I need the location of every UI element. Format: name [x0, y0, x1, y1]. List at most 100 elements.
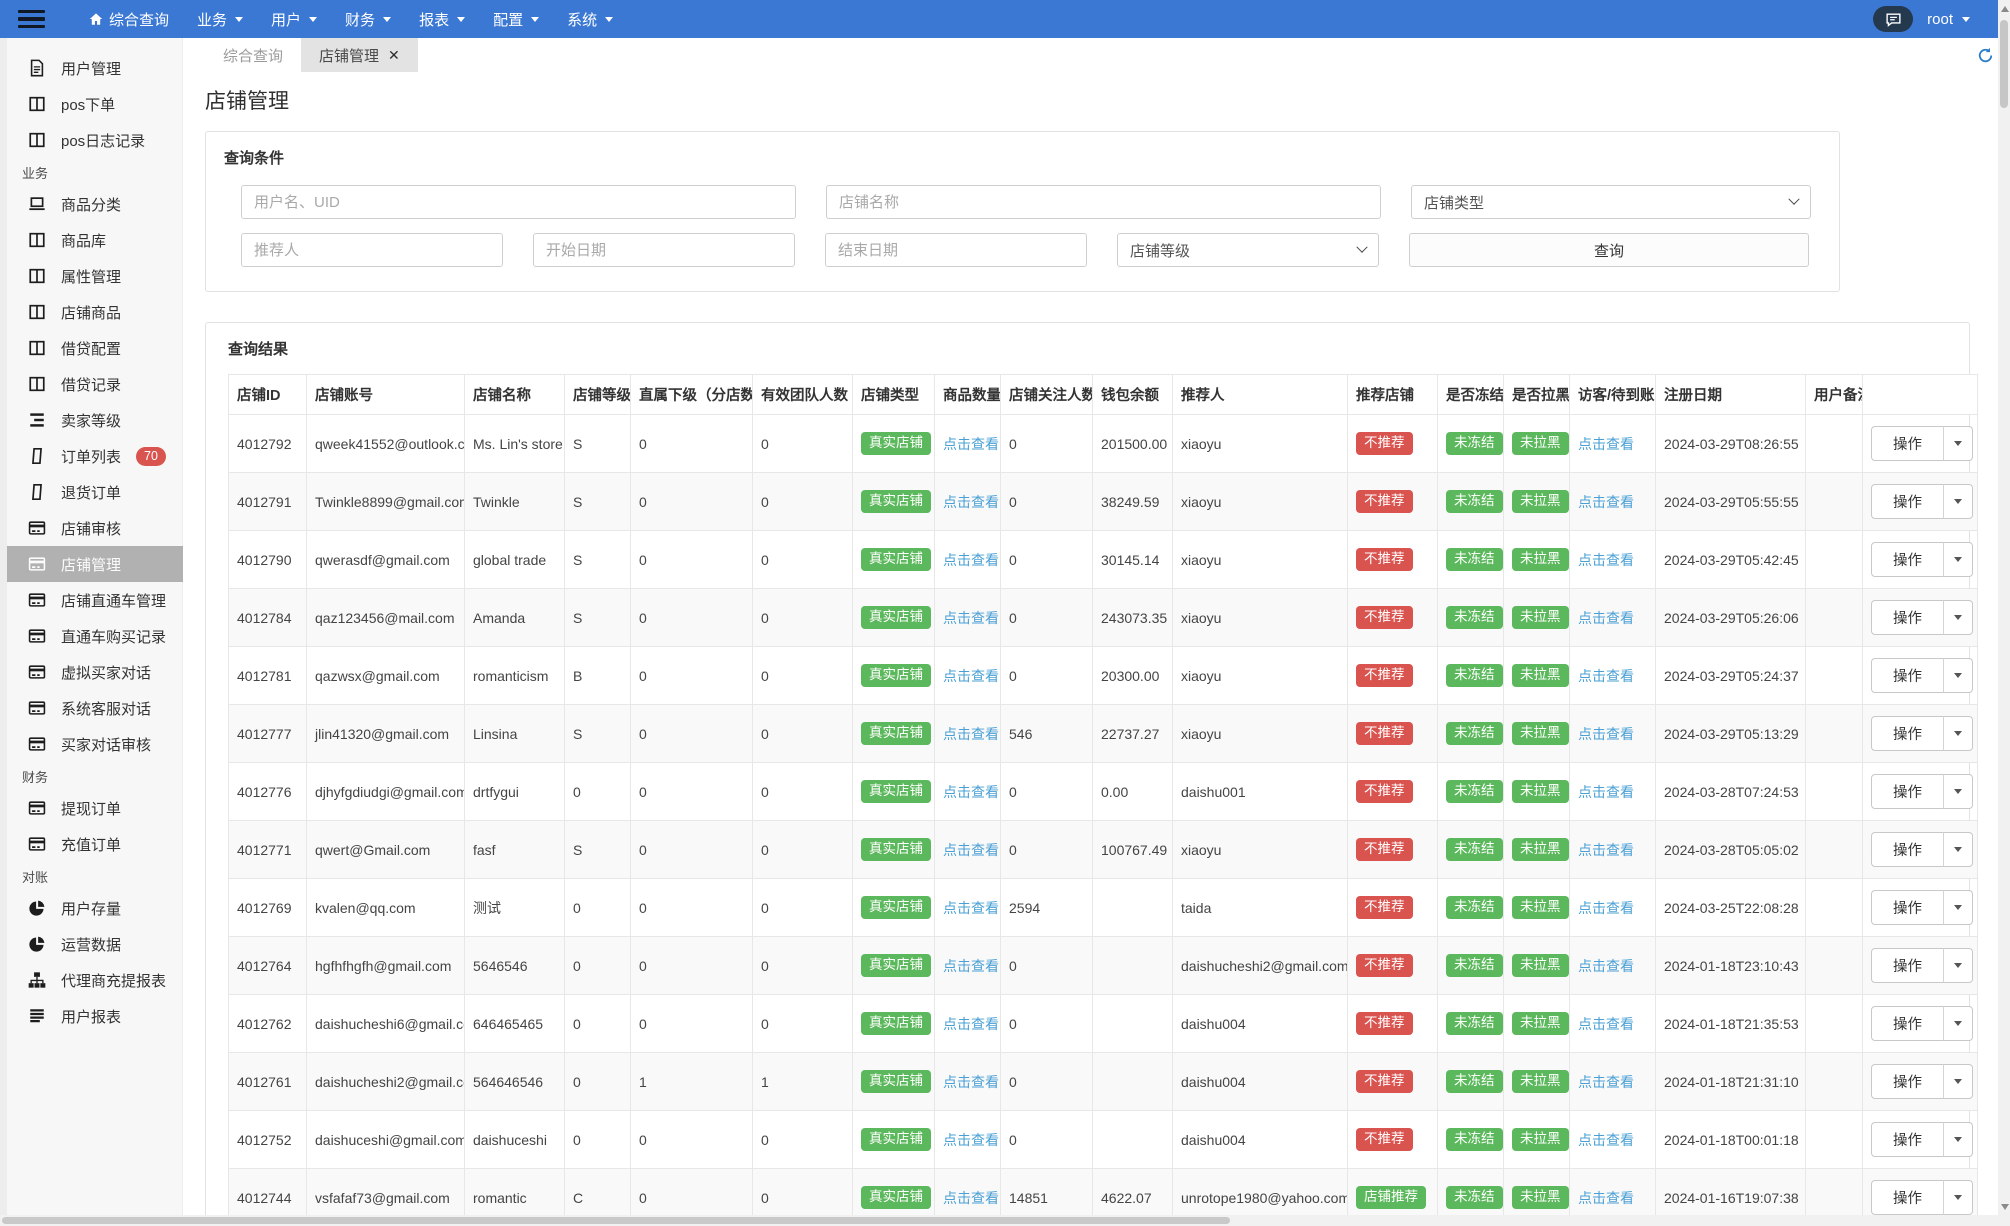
refresh-icon[interactable]: [1977, 47, 1994, 69]
goods-view-link[interactable]: 点击查看: [943, 842, 999, 858]
action-dropdown-toggle[interactable]: [1943, 658, 1973, 693]
sidebar-item[interactable]: 充值订单: [0, 826, 183, 862]
goods-view-link[interactable]: 点击查看: [943, 1016, 999, 1032]
action-button[interactable]: 操作: [1871, 832, 1944, 867]
sidebar-item[interactable]: 店铺管理: [0, 546, 183, 582]
goods-view-link[interactable]: 点击查看: [943, 958, 999, 974]
action-dropdown-toggle[interactable]: [1943, 1064, 1973, 1099]
action-dropdown-toggle[interactable]: [1943, 890, 1973, 925]
close-icon[interactable]: ✕: [388, 47, 400, 64]
action-dropdown-toggle[interactable]: [1943, 600, 1973, 635]
action-dropdown-toggle[interactable]: [1943, 716, 1973, 751]
sidebar-item[interactable]: 属性管理: [0, 258, 183, 294]
menu-item[interactable]: 用户: [257, 0, 331, 38]
visitors-view-link[interactable]: 点击查看: [1578, 1190, 1634, 1206]
action-button[interactable]: 操作: [1871, 426, 1944, 461]
goods-view-link[interactable]: 点击查看: [943, 726, 999, 742]
action-button[interactable]: 操作: [1871, 600, 1944, 635]
action-button[interactable]: 操作: [1871, 774, 1944, 809]
goods-view-link[interactable]: 点击查看: [943, 610, 999, 626]
horizontal-scrollbar[interactable]: [0, 1215, 1998, 1226]
start-date-input[interactable]: [533, 233, 795, 267]
goods-view-link[interactable]: 点击查看: [943, 668, 999, 684]
action-button[interactable]: 操作: [1871, 1122, 1944, 1157]
scroll-up-arrow-icon[interactable]: [2000, 6, 2009, 12]
action-button[interactable]: 操作: [1871, 948, 1944, 983]
vertical-scrollbar-thumb[interactable]: [2000, 20, 2008, 108]
visitors-view-link[interactable]: 点击查看: [1578, 1016, 1634, 1032]
shop-name-input[interactable]: [826, 185, 1381, 219]
menu-item[interactable]: 报表: [405, 0, 479, 38]
sidebar-item[interactable]: 用户管理: [0, 50, 183, 86]
hamburger-menu-icon[interactable]: [18, 9, 45, 29]
visitors-view-link[interactable]: 点击查看: [1578, 1132, 1634, 1148]
tab-summary-query[interactable]: 综合查询: [205, 38, 301, 72]
sidebar-item[interactable]: 虚拟买家对话: [0, 654, 183, 690]
sidebar-item[interactable]: 借贷配置: [0, 330, 183, 366]
action-button[interactable]: 操作: [1871, 484, 1944, 519]
action-button[interactable]: 操作: [1871, 1064, 1944, 1099]
visitors-view-link[interactable]: 点击查看: [1578, 494, 1634, 510]
vertical-scrollbar[interactable]: [1998, 0, 2010, 1226]
sidebar-item[interactable]: 退货订单: [0, 474, 183, 510]
goods-view-link[interactable]: 点击查看: [943, 1132, 999, 1148]
menu-item[interactable]: 财务: [331, 0, 405, 38]
sidebar-item[interactable]: 用户报表: [0, 998, 183, 1034]
visitors-view-link[interactable]: 点击查看: [1578, 610, 1634, 626]
sidebar-item[interactable]: 卖家等级: [0, 402, 183, 438]
visitors-view-link[interactable]: 点击查看: [1578, 726, 1634, 742]
action-dropdown-toggle[interactable]: [1943, 1122, 1973, 1157]
sidebar-item[interactable]: 用户存量: [0, 890, 183, 926]
action-dropdown-toggle[interactable]: [1943, 1180, 1973, 1215]
scroll-down-arrow-icon[interactable]: [2000, 1204, 2009, 1210]
visitors-view-link[interactable]: 点击查看: [1578, 784, 1634, 800]
action-button[interactable]: 操作: [1871, 1180, 1944, 1215]
menu-item[interactable]: 业务: [183, 0, 257, 38]
action-dropdown-toggle[interactable]: [1943, 948, 1973, 983]
menu-item[interactable]: 配置: [479, 0, 553, 38]
visitors-view-link[interactable]: 点击查看: [1578, 900, 1634, 916]
sidebar-item[interactable]: 运营数据: [0, 926, 183, 962]
horizontal-scrollbar-thumb[interactable]: [2, 1217, 1230, 1224]
shop-type-select[interactable]: 店铺类型: [1411, 185, 1811, 219]
sidebar-item[interactable]: 提现订单: [0, 790, 183, 826]
shop-level-select[interactable]: 店铺等级: [1117, 233, 1379, 267]
visitors-view-link[interactable]: 点击查看: [1578, 1074, 1634, 1090]
sidebar-item[interactable]: 商品库: [0, 222, 183, 258]
sidebar-item[interactable]: 买家对话审核: [0, 726, 183, 762]
sidebar-item[interactable]: 店铺直通车管理: [0, 582, 183, 618]
chat-button[interactable]: [1873, 6, 1914, 32]
user-menu[interactable]: root: [1927, 11, 1970, 28]
visitors-view-link[interactable]: 点击查看: [1578, 958, 1634, 974]
visitors-view-link[interactable]: 点击查看: [1578, 668, 1634, 684]
action-button[interactable]: 操作: [1871, 716, 1944, 751]
sidebar-item[interactable]: 订单列表 70: [0, 438, 183, 474]
action-dropdown-toggle[interactable]: [1943, 484, 1973, 519]
visitors-view-link[interactable]: 点击查看: [1578, 436, 1634, 452]
goods-view-link[interactable]: 点击查看: [943, 1190, 999, 1206]
username-uid-input[interactable]: [241, 185, 796, 219]
sidebar-item[interactable]: 代理商充提报表: [0, 962, 183, 998]
action-dropdown-toggle[interactable]: [1943, 542, 1973, 577]
action-dropdown-toggle[interactable]: [1943, 832, 1973, 867]
goods-view-link[interactable]: 点击查看: [943, 552, 999, 568]
sidebar-item[interactable]: 直通车购买记录: [0, 618, 183, 654]
tab-shop-management[interactable]: 店铺管理 ✕: [301, 38, 418, 72]
action-button[interactable]: 操作: [1871, 1006, 1944, 1041]
visitors-view-link[interactable]: 点击查看: [1578, 842, 1634, 858]
goods-view-link[interactable]: 点击查看: [943, 1074, 999, 1090]
search-button[interactable]: 查询: [1409, 233, 1809, 267]
sidebar-item[interactable]: 店铺商品: [0, 294, 183, 330]
goods-view-link[interactable]: 点击查看: [943, 900, 999, 916]
menu-item[interactable]: 系统: [553, 0, 627, 38]
action-dropdown-toggle[interactable]: [1943, 774, 1973, 809]
action-button[interactable]: 操作: [1871, 890, 1944, 925]
action-dropdown-toggle[interactable]: [1943, 426, 1973, 461]
sidebar-item[interactable]: 借贷记录: [0, 366, 183, 402]
sidebar-item[interactable]: 商品分类: [0, 186, 183, 222]
goods-view-link[interactable]: 点击查看: [943, 784, 999, 800]
sidebar-item[interactable]: pos下单: [0, 86, 183, 122]
goods-view-link[interactable]: 点击查看: [943, 436, 999, 452]
referrer-input[interactable]: [241, 233, 503, 267]
menu-item[interactable]: 综合查询: [75, 0, 183, 38]
